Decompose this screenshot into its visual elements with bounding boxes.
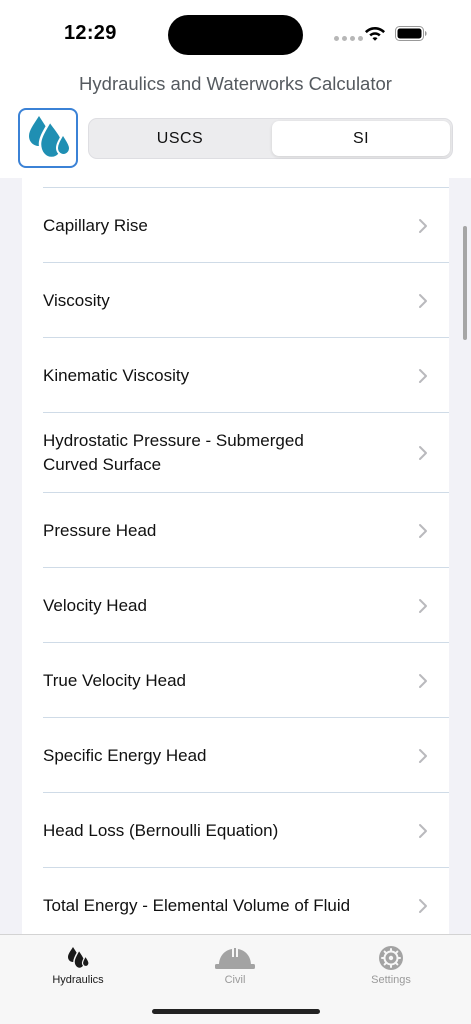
wifi-icon (365, 27, 385, 41)
status-time: 12:29 (64, 22, 117, 44)
list-item-true-velocity-head[interactable]: True Velocity Head (22, 643, 449, 718)
home-indicator[interactable] (152, 1009, 320, 1014)
calculator-list[interactable]: Capillary Rise Viscosity Kinematic Visco… (22, 178, 449, 934)
list-item-specific-energy-head[interactable]: Specific Energy Head (22, 718, 449, 793)
battery-icon (395, 26, 427, 41)
tab-hydraulics-icon-wrap (56, 943, 100, 973)
list-item-head-loss-bernoulli[interactable]: Head Loss (Bernoulli Equation) (22, 793, 449, 868)
tab-label: Settings (371, 974, 411, 986)
screen: 12:29 Hydraulics and Waterworks Calculat… (0, 0, 471, 1024)
tab-settings[interactable]: Settings (331, 943, 451, 986)
list-item-viscosity[interactable]: Viscosity (22, 263, 449, 338)
list-item-label: Velocity Head (43, 595, 147, 615)
app-title: Hydraulics and Waterworks Calculator (79, 73, 392, 94)
cellular-signal-icon (334, 36, 363, 41)
chevron-right-icon (419, 748, 427, 763)
list-item-label: Kinematic Viscosity (43, 365, 190, 385)
list-item-total-energy-elemental-volume[interactable]: Total Energy - Elemental Volume of Fluid (22, 868, 449, 934)
status-bar: 12:29 (0, 0, 471, 66)
list-item-label: True Velocity Head (43, 670, 186, 690)
chevron-right-icon (419, 368, 427, 383)
list-item-label: Hydrostatic Pressure - Submerged Curved … (43, 429, 304, 477)
list-item-label: Viscosity (43, 290, 110, 310)
chevron-right-icon (419, 218, 427, 233)
dynamic-island (168, 15, 303, 55)
tab-hydraulics[interactable]: Hydraulics (18, 943, 138, 986)
chevron-right-icon (419, 673, 427, 688)
water-drops-icon (68, 947, 90, 970)
list-item-label: Specific Energy Head (43, 745, 207, 765)
list-item-label: Total Energy - Elemental Volume of Fluid (43, 895, 351, 915)
chevron-right-icon (419, 898, 427, 913)
tab-settings-icon-wrap (369, 943, 413, 973)
list-item-capillary-rise[interactable]: Capillary Rise (22, 188, 449, 263)
app-logo (18, 108, 78, 168)
unit-option-uscs[interactable]: USCS (91, 121, 269, 156)
chevron-right-icon (419, 523, 427, 538)
gear-icon (379, 946, 403, 970)
chevron-right-icon (419, 598, 427, 613)
unit-option-si[interactable]: SI (272, 121, 450, 156)
list-item-label-line2: Curved Surface (43, 455, 162, 474)
water-drops-icon (29, 116, 72, 160)
tab-civil-icon-wrap (213, 943, 257, 973)
chevron-right-icon (419, 293, 427, 308)
hard-hat-icon (215, 948, 255, 969)
scroll-indicator[interactable] (463, 226, 467, 340)
list-item-hydrostatic-pressure-curved-surface[interactable]: Hydrostatic Pressure - Submerged Curved … (22, 413, 449, 493)
list-item-label: Pressure Head (43, 520, 157, 540)
calculator-list-items: Capillary Rise Viscosity Kinematic Visco… (22, 188, 449, 934)
list-item-label-line1: Hydrostatic Pressure - Submerged (43, 431, 304, 450)
list-item-label: Head Loss (Bernoulli Equation) (43, 820, 279, 840)
tab-label: Civil (224, 974, 246, 986)
chevron-right-icon (419, 446, 427, 460)
list-item-pressure-head[interactable]: Pressure Head (22, 493, 449, 568)
chevron-right-icon (419, 823, 427, 838)
list-item-velocity-head[interactable]: Velocity Head (22, 568, 449, 643)
unit-system-toggle[interactable]: USCS SI (88, 118, 453, 159)
list-item-label: Capillary Rise (43, 215, 148, 235)
list-item-kinematic-viscosity[interactable]: Kinematic Viscosity (22, 338, 449, 413)
tab-civil[interactable]: Civil (175, 943, 295, 986)
tab-label: Hydraulics (52, 974, 104, 986)
